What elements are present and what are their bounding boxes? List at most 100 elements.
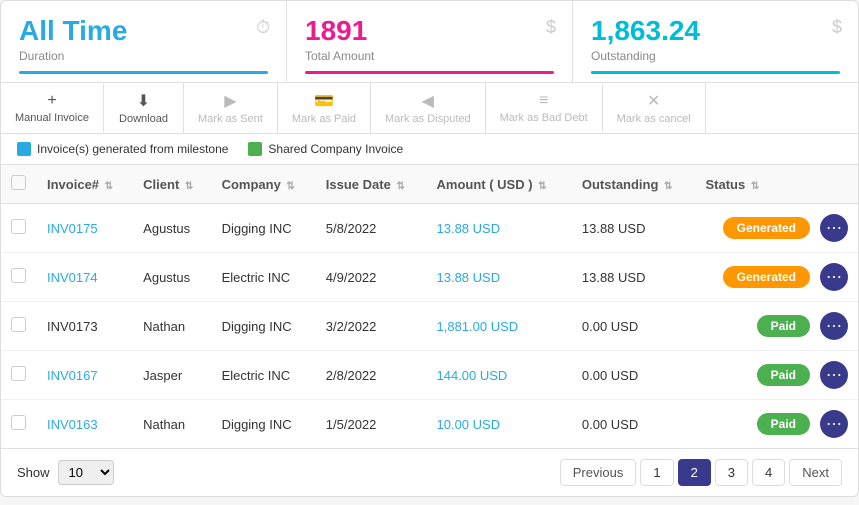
row-invoice-4: INV0163 [37,400,133,449]
manual-invoice-button[interactable]: + Manual Invoice [1,84,104,132]
row-amount-3: 144.00 USD [427,351,572,400]
row-company-3: Electric INC [212,351,316,400]
next-button[interactable]: Next [789,459,842,486]
row-checkbox-cell-2 [1,302,37,351]
action-cell-4: Paid ⋯ [705,410,848,438]
mark-bad-debt-label: Mark as Bad Debt [500,112,588,124]
table-row: INV0175 Agustus Digging INC 5/8/2022 13.… [1,204,858,253]
plus-icon: + [47,92,56,110]
status-badge-1: Generated [723,266,810,288]
table-footer: Show 10 5 25 50 100 Previous 1 2 3 4 Nex… [1,448,858,496]
row-company-0: Digging INC [212,204,316,253]
stats-row: ⏱ All Time Duration $ 1891 Total Amount … [1,1,858,83]
amount-value-2: 1,881.00 USD [437,319,519,334]
show-row: Show 10 5 25 50 100 [17,460,114,485]
invoice-link-3[interactable]: INV0167 [47,368,98,383]
legend-shared-label: Shared Company Invoice [268,142,403,156]
mark-bad-debt-button[interactable]: ≡ Mark as Bad Debt [486,84,603,132]
mark-cancel-button[interactable]: ✕ Mark as cancel [603,83,706,133]
col-status[interactable]: Status ⇅ [695,165,858,204]
col-company[interactable]: Company ⇅ [212,165,316,204]
outstanding-value: 1,863.24 [591,15,840,47]
show-select[interactable]: 10 5 25 50 100 [58,460,114,485]
select-all-checkbox[interactable] [11,175,26,190]
page-1-button[interactable]: 1 [640,459,673,486]
mark-disputed-button[interactable]: ◀ Mark as Disputed [371,83,486,133]
more-button-4[interactable]: ⋯ [820,410,848,438]
row-checkbox-cell-3 [1,351,37,400]
mark-sent-button[interactable]: ▶ Mark as Sent [184,83,278,133]
mark-sent-icon: ▶ [224,91,236,111]
sort-outstanding-icon: ⇅ [664,181,672,192]
mark-bad-debt-icon: ≡ [539,92,548,110]
all-time-label: Duration [19,49,268,63]
download-button[interactable]: ⬇ Download [104,83,184,133]
mark-disputed-label: Mark as Disputed [385,113,471,125]
row-amount-1: 13.88 USD [427,253,572,302]
more-button-0[interactable]: ⋯ [820,214,848,242]
col-amount[interactable]: Amount ( USD ) ⇅ [427,165,572,204]
table-header-row: Invoice# ⇅ Client ⇅ Company ⇅ Issue Date… [1,165,858,204]
row-client-2: Nathan [133,302,211,351]
row-status-cell-0: Generated ⋯ [695,204,858,253]
clock-icon: ⏱ [256,17,270,38]
col-issue-date[interactable]: Issue Date ⇅ [316,165,427,204]
page-2-button[interactable]: 2 [678,459,711,486]
page-3-button[interactable]: 3 [715,459,748,486]
row-status-cell-3: Paid ⋯ [695,351,858,400]
previous-button[interactable]: Previous [560,459,637,486]
status-badge-2: Paid [757,315,810,337]
col-invoice[interactable]: Invoice# ⇅ [37,165,133,204]
more-button-3[interactable]: ⋯ [820,361,848,389]
row-checkbox-cell-0 [1,204,37,253]
total-amount-value: 1891 [305,15,554,47]
sort-status-icon: ⇅ [751,181,759,192]
col-client[interactable]: Client ⇅ [133,165,211,204]
stat-all-time: ⏱ All Time Duration [1,1,287,82]
mark-disputed-icon: ◀ [422,91,434,111]
action-cell-3: Paid ⋯ [705,361,848,389]
row-company-4: Digging INC [212,400,316,449]
dollar-icon-1: $ [546,17,556,38]
row-checkbox-2[interactable] [11,317,26,332]
sort-client-icon: ⇅ [185,181,193,192]
row-invoice-1: INV0174 [37,253,133,302]
row-checkbox-0[interactable] [11,219,26,234]
more-button-1[interactable]: ⋯ [820,263,848,291]
amount-value-4: 10.00 USD [437,417,501,432]
col-outstanding[interactable]: Outstanding ⇅ [572,165,696,204]
legend: Invoice(s) generated from milestone Shar… [1,134,858,165]
row-checkbox-3[interactable] [11,366,26,381]
invoice-link-4[interactable]: INV0163 [47,417,98,432]
total-amount-label: Total Amount [305,49,554,63]
invoice-link-1[interactable]: INV0174 [47,270,98,285]
table-row: INV0163 Nathan Digging INC 1/5/2022 10.0… [1,400,858,449]
row-invoice-3: INV0167 [37,351,133,400]
invoices-table: Invoice# ⇅ Client ⇅ Company ⇅ Issue Date… [1,165,858,448]
row-date-2: 3/2/2022 [316,302,427,351]
amount-value-1: 13.88 USD [437,270,501,285]
row-outstanding-2: 0.00 USD [572,302,696,351]
row-checkbox-1[interactable] [11,268,26,283]
legend-milestone-label: Invoice(s) generated from milestone [37,142,228,156]
amount-value-0: 13.88 USD [437,221,501,236]
page-4-button[interactable]: 4 [752,459,785,486]
row-checkbox-4[interactable] [11,415,26,430]
pagination: Previous 1 2 3 4 Next [560,459,842,486]
invoices-table-wrap: Invoice# ⇅ Client ⇅ Company ⇅ Issue Date… [1,165,858,448]
row-outstanding-0: 13.88 USD [572,204,696,253]
download-icon: ⬇ [137,91,150,111]
select-all-header [1,165,37,204]
stat-total-amount: $ 1891 Total Amount [287,1,573,82]
legend-milestone: Invoice(s) generated from milestone [17,142,228,156]
row-date-4: 1/5/2022 [316,400,427,449]
mark-paid-button[interactable]: 💳 Mark as Paid [278,83,371,133]
dollar-icon-2: $ [832,17,842,38]
more-button-2[interactable]: ⋯ [820,312,848,340]
invoice-link-0[interactable]: INV0175 [47,221,98,236]
row-date-3: 2/8/2022 [316,351,427,400]
row-invoice-2: INV0173 [37,302,133,351]
action-cell-0: Generated ⋯ [705,214,848,242]
row-status-cell-1: Generated ⋯ [695,253,858,302]
mark-paid-icon: 💳 [314,91,334,111]
